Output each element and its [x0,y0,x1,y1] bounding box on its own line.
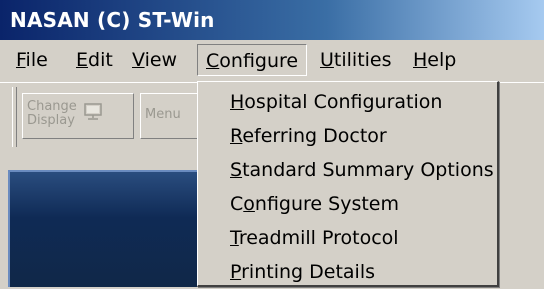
menu-utilities-hotkey: U [320,49,334,71]
standard-summary-options-item[interactable]: Standard Summary Options [198,153,497,187]
change-display-button[interactable]: Change Display [22,93,134,139]
hospital-configuration-label: ospital Configuration [244,91,443,113]
menu-configure-label: onfigure [219,50,299,72]
app-title: NASAN (C) ST-Win [10,8,215,32]
menu-configure[interactable]: Configure [197,44,308,76]
configure-dropdown: Hospital Configuration Referring Doctor … [197,81,499,287]
standard-summary-options-hotkey: S [230,159,243,181]
menu-view[interactable]: View [124,44,185,76]
menu-help-hotkey: H [413,49,428,71]
standard-summary-options-label: tandard Summary Options [242,159,494,181]
menu-file[interactable]: File [8,44,56,76]
menu-edit[interactable]: Edit [68,44,121,76]
change-display-label-line2: Display [27,113,75,128]
menu-button[interactable]: Menu [140,93,198,139]
menu-edit-label: dit [88,49,113,71]
menu-utilities[interactable]: Utilities [312,44,400,76]
menu-file-hotkey: F [16,49,26,71]
configure-system-hotkey: o [243,193,255,215]
menu-edit-hotkey: E [76,49,89,71]
treadmill-protocol-hotkey: T [230,227,239,249]
change-display-label: Change Display [27,100,77,128]
configure-system-label: nfigure System [254,193,399,215]
printing-details-label: rinting Details [241,261,375,283]
treadmill-protocol-label: readmill Protocol [238,227,399,249]
referring-doctor-item[interactable]: Referring Doctor [198,119,497,153]
menu-bar: File Edit View Configure Utilities Help [0,40,544,83]
referring-doctor-label: eferring Doctor [242,125,387,147]
main-display-panel[interactable] [8,170,204,287]
change-display-label-line1: Change [27,99,77,114]
treadmill-protocol-item[interactable]: Treadmill Protocol [198,221,497,255]
menu-view-label: iew [144,49,178,71]
monitor-icon [83,103,103,125]
configure-system-item[interactable]: Configure System [198,187,497,221]
referring-doctor-hotkey: R [230,125,243,147]
menu-view-hotkey: V [132,49,145,71]
toolbar-grip[interactable] [12,87,17,147]
printing-details-item[interactable]: Printing Details [198,255,497,289]
printing-details-hotkey: P [230,261,242,283]
configure-system-pre: C [230,193,244,215]
menu-button-label: Menu [145,107,181,122]
hospital-configuration-hotkey: H [230,91,245,113]
hospital-configuration-item[interactable]: Hospital Configuration [198,85,497,119]
title-bar: NASAN (C) ST-Win [0,0,544,40]
menu-file-label: ile [25,49,48,71]
menu-help-label: elp [427,49,457,71]
menu-help[interactable]: Help [405,44,464,76]
menu-utilities-label: tilities [333,49,392,71]
menu-configure-hotkey: C [206,50,220,72]
